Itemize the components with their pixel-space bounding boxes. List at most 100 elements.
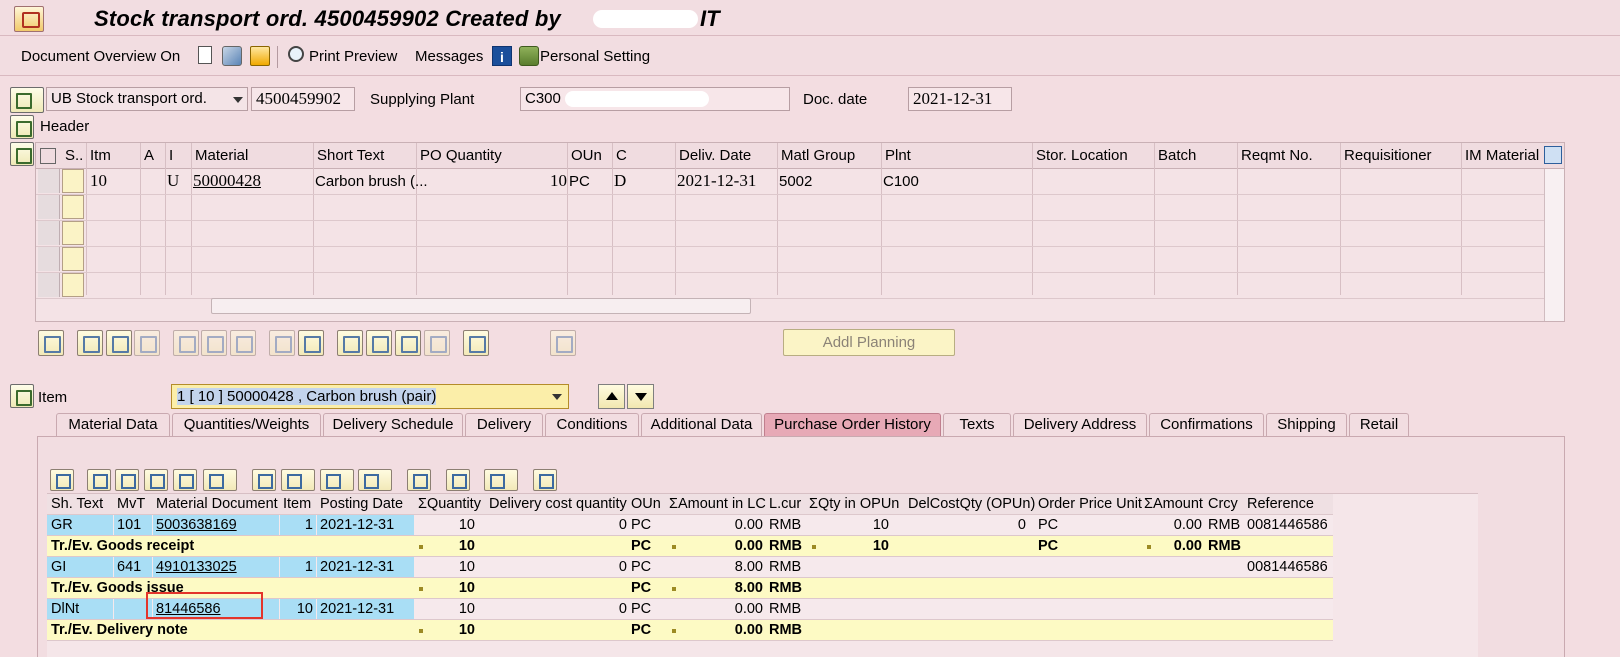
- col-header-plnt[interactable]: Plnt: [885, 147, 911, 164]
- find-next-icon[interactable]: [173, 469, 197, 491]
- addl-planning-button[interactable]: Addl Planning: [783, 329, 955, 356]
- sort-ascending-icon[interactable]: [87, 469, 111, 491]
- table-row[interactable]: GI 641 4910133025 1 2021-12-31 10 0 PC 8…: [47, 557, 1333, 578]
- doc-date-field[interactable]: 2021-12-31: [908, 87, 1012, 111]
- cell-quantity[interactable]: 10: [415, 517, 475, 533]
- col-header-short-text[interactable]: Short Text: [317, 147, 384, 164]
- cart-icon[interactable]: [10, 87, 44, 113]
- table-row[interactable]: [36, 195, 1544, 221]
- table-row[interactable]: [36, 273, 1544, 299]
- col-header-delivery-cost-quantity[interactable]: Delivery cost quantity: [489, 496, 627, 512]
- col-header-sh-text[interactable]: Sh. Text: [51, 496, 103, 512]
- cell-mvt[interactable]: 101: [114, 515, 152, 535]
- col-header-amount-in-lc[interactable]: ΣAmount in LC: [669, 496, 766, 512]
- col-header-batch[interactable]: Batch: [1158, 147, 1196, 164]
- status-cell[interactable]: [62, 195, 84, 219]
- details-icon[interactable]: [50, 469, 74, 491]
- cell-delivery-cost-quantity[interactable]: 0: [487, 559, 627, 575]
- cell-itm[interactable]: 10: [90, 171, 107, 191]
- cell-quantity[interactable]: 10: [415, 601, 475, 617]
- cell-deliv-date[interactable]: 2021-12-31: [677, 171, 756, 191]
- col-header-mvt[interactable]: MvT: [117, 496, 145, 512]
- cell-sh-text[interactable]: GI: [47, 557, 113, 577]
- next-item-button[interactable]: [627, 384, 654, 409]
- doc-type-select[interactable]: UB Stock transport ord.: [46, 87, 248, 111]
- cell-item[interactable]: 10: [280, 599, 316, 619]
- table-row[interactable]: Tr./Ev. Delivery note 10 PC 0.00 RMB: [47, 620, 1333, 641]
- item-table-vertical-scrollbar[interactable]: [1544, 169, 1564, 321]
- supplying-plant-field[interactable]: C300: [520, 87, 790, 111]
- cell-item[interactable]: 1: [280, 557, 316, 577]
- refresh-icon[interactable]: [533, 469, 557, 491]
- layout-icon[interactable]: [358, 469, 392, 491]
- cell-crcy[interactable]: RMB: [1208, 517, 1240, 533]
- cell-amount-in-lc[interactable]: 8.00: [667, 559, 763, 575]
- tab-confirmations[interactable]: Confirmations: [1149, 413, 1264, 437]
- lock-icon[interactable]: [201, 330, 227, 356]
- document-icon[interactable]: [463, 330, 489, 356]
- col-header-crcy[interactable]: Crcy: [1208, 496, 1238, 512]
- table-row[interactable]: GR 101 5003638169 1 2021-12-31 10 0 PC 0…: [47, 515, 1333, 536]
- deselect-all-icon[interactable]: [134, 330, 160, 356]
- col-header-status[interactable]: S..: [65, 147, 83, 164]
- tab-conditions[interactable]: Conditions: [545, 413, 639, 437]
- items-expand-icon[interactable]: [10, 142, 34, 166]
- graphic-icon[interactable]: [407, 469, 431, 491]
- cell-plnt[interactable]: C100: [883, 173, 919, 190]
- col-header-reqmt-no[interactable]: Reqmt No.: [1241, 147, 1313, 164]
- col-header-posting-date[interactable]: Posting Date: [320, 496, 403, 512]
- col-header-a[interactable]: A: [144, 147, 154, 164]
- sort-descending-icon[interactable]: [115, 469, 139, 491]
- cell-c[interactable]: D: [614, 171, 626, 191]
- delete-filter-icon[interactable]: [424, 330, 450, 356]
- row-selector[interactable]: [38, 169, 60, 193]
- col-header-quantity[interactable]: ΣQuantity: [418, 496, 481, 512]
- display-change-icon[interactable]: [222, 46, 242, 66]
- col-header-requisitioner[interactable]: Requisitioner: [1344, 147, 1432, 164]
- col-header-matl-group[interactable]: Matl Group: [781, 147, 855, 164]
- tab-retail[interactable]: Retail: [1349, 413, 1409, 437]
- switch-icon[interactable]: [484, 469, 518, 491]
- cell-item[interactable]: 1: [280, 515, 316, 535]
- col-header-im-material[interactable]: IM Material: [1465, 147, 1539, 164]
- table-row[interactable]: [36, 221, 1544, 247]
- table-row[interactable]: 10 U 50000428 Carbon brush (... 10 PC D …: [36, 169, 1544, 195]
- info-icon[interactable]: [446, 469, 470, 491]
- table-row[interactable]: Tr./Ev. Goods receipt 10 PC 0.00 RMB 10 …: [47, 536, 1333, 557]
- col-header-po-quantity[interactable]: PO Quantity: [420, 147, 502, 164]
- personal-setting-button[interactable]: Personal Setting: [540, 48, 650, 65]
- cell-matl-group[interactable]: 5002: [779, 173, 812, 190]
- tab-delivery[interactable]: Delivery: [465, 413, 543, 437]
- col-header-deliv-date[interactable]: Deliv. Date: [679, 147, 751, 164]
- col-header-reference[interactable]: Reference: [1247, 496, 1314, 512]
- details-icon[interactable]: [38, 330, 64, 356]
- cell-material[interactable]: 50000428: [193, 171, 261, 191]
- select-all-icon[interactable]: [77, 330, 103, 356]
- table-row[interactable]: [36, 247, 1544, 273]
- table-settings-icon[interactable]: [40, 148, 56, 164]
- delete-icon[interactable]: [173, 330, 199, 356]
- cell-order-price-unit[interactable]: PC: [1038, 517, 1058, 533]
- print-icon[interactable]: [252, 469, 276, 491]
- print-preview-icon[interactable]: [288, 46, 304, 62]
- document-overview-button[interactable]: Document Overview On: [21, 48, 180, 65]
- tab-additional-data[interactable]: Additional Data: [641, 413, 762, 437]
- insert-icon[interactable]: [298, 330, 324, 356]
- sort-descending-icon[interactable]: [366, 330, 392, 356]
- col-header-oun[interactable]: OUn: [571, 147, 602, 164]
- cell-lcur[interactable]: RMB: [769, 601, 801, 617]
- previous-item-button[interactable]: [598, 384, 625, 409]
- cell-posting-date[interactable]: 2021-12-31: [317, 515, 414, 535]
- cell-oun[interactable]: PC: [631, 559, 651, 575]
- status-cell[interactable]: [62, 273, 84, 297]
- col-header-lcur[interactable]: L.cur: [769, 496, 801, 512]
- tab-delivery-schedule[interactable]: Delivery Schedule: [323, 413, 463, 437]
- col-header-oun[interactable]: OUn: [631, 496, 661, 512]
- item-select[interactable]: 1 [ 10 ] 50000428 , Carbon brush (pair): [171, 384, 569, 409]
- status-cell[interactable]: [62, 247, 84, 271]
- po-number-field[interactable]: 4500459902: [251, 87, 355, 111]
- col-header-itm[interactable]: Itm: [90, 147, 111, 164]
- row-selector[interactable]: [38, 195, 60, 219]
- cell-mvt[interactable]: 641: [114, 557, 152, 577]
- col-header-qty-in-opun[interactable]: ΣQty in OPUn: [809, 496, 899, 512]
